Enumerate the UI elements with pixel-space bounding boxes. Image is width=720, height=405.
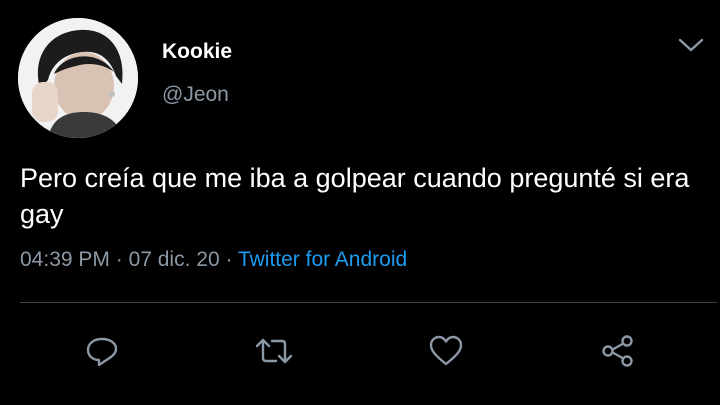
- share-icon: [602, 335, 633, 367]
- meta-separator: ·: [219, 248, 238, 271]
- retweet-icon: [255, 338, 293, 364]
- avatar-photo: [18, 18, 138, 138]
- chevron-down-icon[interactable]: [676, 34, 706, 56]
- heart-icon: [429, 335, 463, 366]
- display-name[interactable]: Kookie: [162, 39, 232, 65]
- tweet-text: Pero creía que me iba a golpear cuando p…: [20, 163, 690, 229]
- tweet-date: 07 dic. 20: [128, 248, 220, 271]
- share-button[interactable]: [600, 334, 636, 368]
- reply-icon: [86, 337, 118, 367]
- tweet-card: Kookie @Jeon Pero creía que me iba a gol…: [0, 0, 720, 405]
- divider: [20, 302, 717, 303]
- meta-separator: ·: [109, 248, 129, 271]
- avatar[interactable]: [18, 18, 138, 138]
- reply-button[interactable]: [84, 334, 120, 368]
- like-button[interactable]: [428, 334, 464, 368]
- tweet-time: 04:39 PM: [20, 248, 110, 271]
- retweet-button[interactable]: [254, 334, 293, 368]
- tweet-metadata: 04:39 PM · 07 dic. 20 · Twitter for Andr…: [20, 247, 407, 273]
- tweet-source-link[interactable]: Twitter for Android: [238, 248, 407, 271]
- user-handle[interactable]: @Jeon: [162, 82, 229, 108]
